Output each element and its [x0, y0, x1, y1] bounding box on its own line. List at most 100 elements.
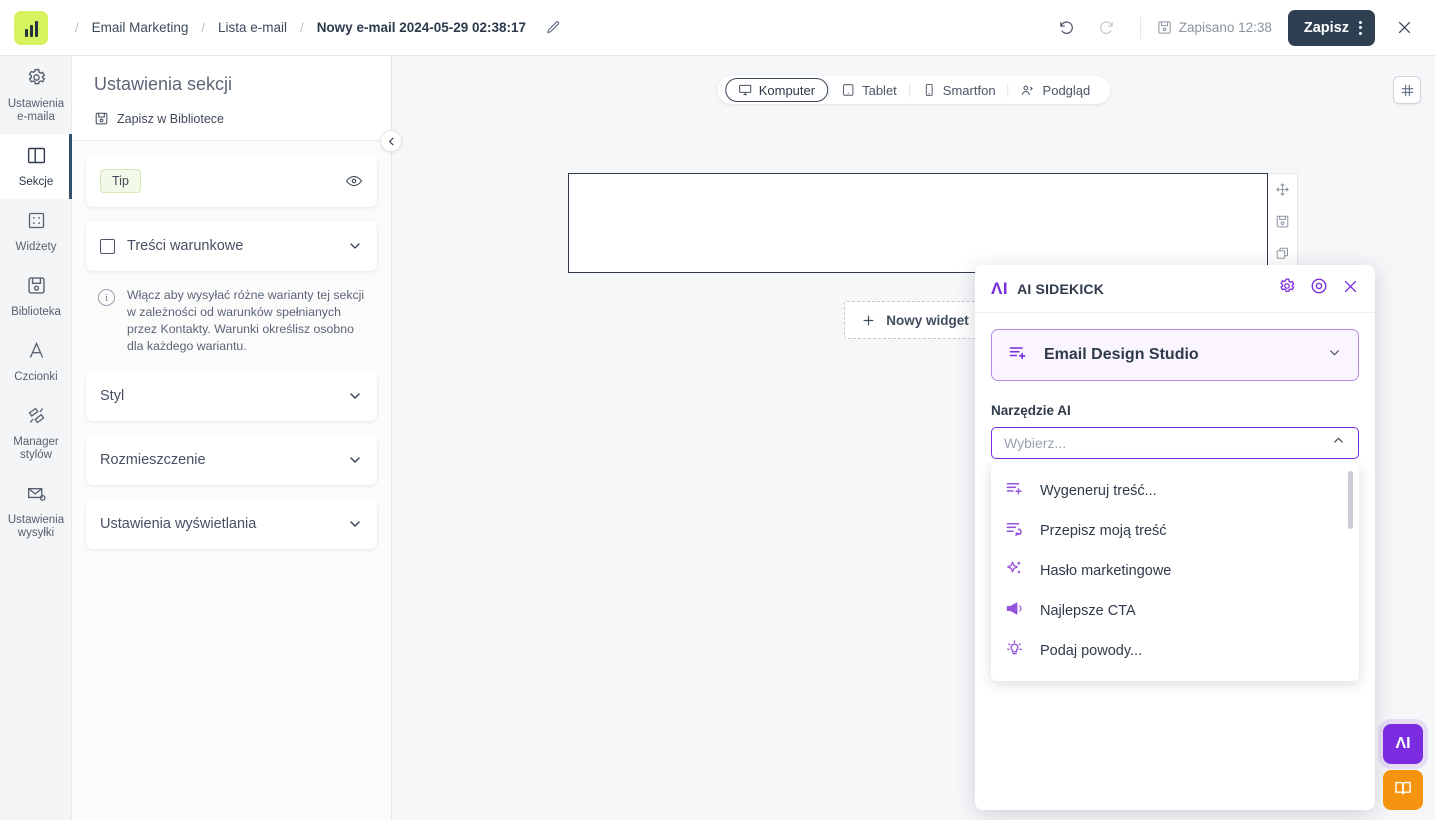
status-badge[interactable]: Tip [100, 169, 141, 193]
tablet-icon [842, 84, 854, 96]
save-button[interactable]: Zapisz [1287, 9, 1375, 46]
ai-sidekick-actions [1278, 277, 1359, 300]
checkbox-unchecked-icon[interactable] [100, 238, 115, 254]
tab-podglad[interactable]: Podgląd [1009, 78, 1103, 102]
section-tools [1268, 173, 1298, 275]
conditional-content-card: Treści warunkowe [86, 221, 377, 271]
floppy-disk-icon[interactable] [1275, 214, 1290, 234]
desktop-icon [738, 84, 751, 96]
email-design-studio-label: Email Design Studio [1044, 346, 1199, 363]
conditional-content-toggle[interactable]: Treści warunkowe [86, 221, 377, 271]
chevron-down-icon[interactable] [1327, 345, 1342, 365]
accordion-rozmieszczenie-header[interactable]: Rozmieszczenie [86, 435, 377, 485]
menu-item-label: Najlepsze CTA [1040, 603, 1136, 619]
conditional-content-label: Treści warunkowe [127, 238, 244, 254]
sidebar-item-sekcje[interactable]: Sekcje [0, 134, 72, 199]
list-plus-icon [1008, 343, 1028, 368]
move-arrows-icon[interactable] [1275, 182, 1290, 202]
ai-tool-field-label: Narzędzie AI [991, 403, 1071, 418]
chevron-down-icon[interactable] [347, 388, 363, 404]
top-bar: / Email Marketing / Lista e-mail / Nowy … [0, 0, 1435, 56]
save-to-library-button[interactable]: Zapisz w Bibliotece [94, 111, 369, 126]
email-design-studio-selector[interactable]: Email Design Studio [991, 329, 1359, 381]
add-widget-button[interactable]: Nowy widget [844, 301, 986, 339]
menu-item-label: Hasło marketingowe [1040, 563, 1172, 579]
tab-label: Tablet [862, 82, 897, 98]
panel-collapse-button[interactable] [380, 130, 402, 152]
close-icon[interactable] [1342, 278, 1359, 300]
envelope-gear-icon [26, 483, 47, 509]
menu-item-podaj-powody[interactable]: Podaj powody... [991, 631, 1359, 671]
sidebar-item-czcionki[interactable]: Czcionki [0, 329, 72, 394]
ai-sidekick-body: Email Design Studio Narzędzie AI Wybierz… [975, 313, 1375, 697]
dropdown-scrollbar[interactable] [1348, 471, 1353, 529]
undo-icon[interactable] [1050, 11, 1084, 45]
save-status-text: Zapisano 12:38 [1178, 20, 1272, 35]
eye-icon[interactable] [345, 172, 363, 190]
tab-tablet[interactable]: Tablet [829, 78, 909, 102]
menu-item-przepisz-moja-tresc[interactable]: Przepisz moją treść [991, 511, 1359, 551]
chevron-up-icon[interactable] [1331, 433, 1346, 453]
sidebar-item-label: Ustawienia wysyłki [7, 514, 65, 539]
chevron-down-icon[interactable] [347, 516, 363, 532]
smartphone-icon [925, 83, 933, 97]
breadcrumb-separator: / [300, 20, 304, 35]
save-to-library-label: Zapisz w Bibliotece [117, 111, 224, 126]
sidebar-item-widzety[interactable]: Widżety [0, 199, 72, 264]
grid-layout-icon[interactable] [1393, 76, 1421, 104]
floating-action-buttons: ΛI [1383, 724, 1423, 810]
accordion-ustawienia-wyswietlania-header[interactable]: Ustawienia wyświetlania [86, 499, 377, 549]
floppy-disk-icon [1158, 21, 1171, 34]
widgets-grid-icon [26, 210, 47, 236]
sidebar-item-label: Widżety [15, 241, 57, 253]
close-icon[interactable] [1387, 11, 1421, 45]
sparkles-icon [1005, 559, 1024, 583]
tab-komputer[interactable]: Komputer [724, 78, 829, 102]
save-button-label: Zapisz [1303, 19, 1349, 36]
chevron-down-icon[interactable] [347, 238, 363, 254]
add-widget-label: Nowy widget [886, 312, 969, 328]
menu-item-haslo-marketingowe[interactable]: Hasło marketingowe [991, 551, 1359, 591]
menu-item-najlepsze-cta[interactable]: Najlepsze CTA [991, 591, 1359, 631]
tab-label: Podgląd [1042, 82, 1091, 98]
sidebar-item-biblioteka[interactable]: Biblioteka [0, 264, 72, 329]
conditional-content-hint: i Włącz aby wysyłać różne warianty tej s… [86, 285, 377, 371]
menu-item-wygeneruj-tresc[interactable]: Wygeneruj treść... [991, 471, 1359, 511]
floppy-disk-icon [26, 275, 47, 301]
panel-header: Ustawienia sekcji Zapisz w Bibliotece [72, 56, 391, 141]
menu-item-label: Przepisz moją treść [1040, 523, 1167, 539]
sidebar-item-ustawienia-emaila[interactable]: Ustawienia e-maila [0, 56, 72, 134]
breadcrumb-item-lista-email[interactable]: Lista e-mail [218, 20, 287, 35]
duplicate-icon[interactable] [1275, 246, 1290, 266]
sidebar-item-ustawienia-wysylki[interactable]: Ustawienia wysyłki [0, 472, 72, 550]
email-section-block[interactable] [568, 173, 1268, 273]
pencil-icon[interactable] [546, 20, 561, 35]
gear-icon[interactable] [1278, 277, 1296, 300]
target-icon[interactable] [1310, 277, 1328, 300]
breadcrumb-item-email-marketing[interactable]: Email Marketing [92, 20, 189, 35]
ai-sidekick-fab[interactable]: ΛI [1383, 724, 1423, 764]
tab-smartfon[interactable]: Smartfon [910, 78, 1008, 102]
columns-icon [26, 145, 47, 171]
accordion-styl: Styl [86, 371, 377, 421]
floppy-disk-icon [95, 112, 108, 125]
open-book-icon [1393, 778, 1413, 803]
sidebar-item-label: Ustawienia e-maila [7, 98, 65, 123]
redo-icon[interactable] [1090, 11, 1124, 45]
divider [1139, 16, 1141, 39]
bar-chart-logo[interactable] [14, 10, 48, 45]
list-plus-icon [1005, 479, 1024, 503]
breadcrumb-separator: / [201, 20, 206, 35]
kebab-menu-icon[interactable] [1359, 20, 1362, 35]
ai-sidekick-header: ΛI AI SIDEKICK [975, 265, 1375, 313]
breadcrumb-separator: / [75, 20, 79, 35]
knowledge-book-fab[interactable] [1383, 770, 1423, 810]
ai-logo-icon: ΛI [1395, 735, 1411, 752]
ai-tool-select[interactable]: Wybierz... [991, 427, 1359, 459]
sidebar-item-label: Biblioteka [11, 306, 61, 318]
gear-icon [26, 67, 47, 93]
ai-sidekick-panel: ΛI AI SIDEKICK Email Design Studio Narzę… [975, 265, 1375, 810]
chevron-down-icon[interactable] [347, 452, 363, 468]
accordion-styl-header[interactable]: Styl [86, 371, 377, 421]
sidebar-item-manager-stylow[interactable]: Manager stylów [0, 394, 72, 472]
